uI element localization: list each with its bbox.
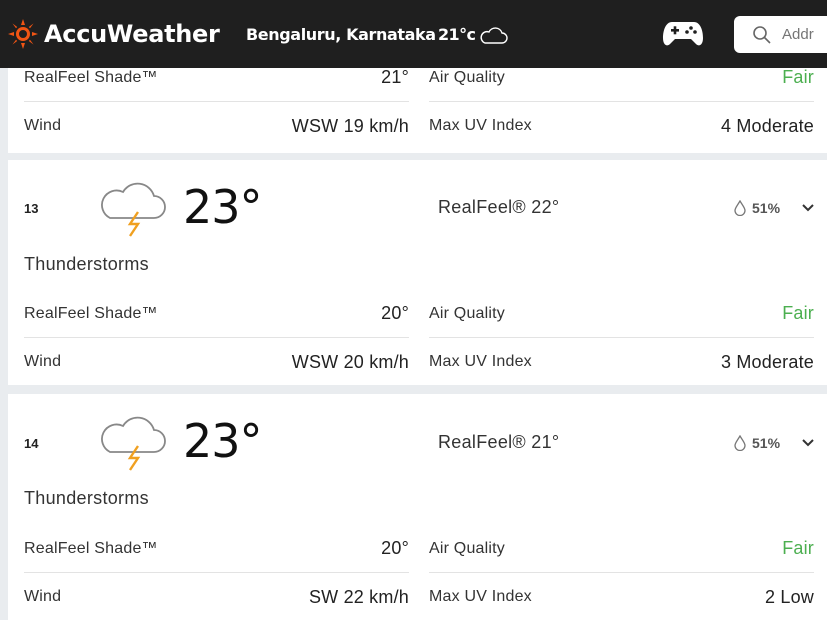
- realfeel-shade-label: RealFeel Shade™: [24, 304, 158, 322]
- wind-label: Wind: [24, 588, 62, 605]
- thunderstorm-icon: [101, 416, 166, 471]
- air-quality-row: Air Quality Fair: [429, 290, 814, 338]
- realfeel-shade-value: 20°: [381, 303, 409, 323]
- temperature: 23°: [183, 414, 263, 468]
- uv-row: Max UV Index 2 Low: [429, 573, 814, 620]
- temperature: 23°: [183, 180, 263, 234]
- realfeel-shade-label: RealFeel Shade™: [24, 539, 158, 557]
- droplet-icon: [734, 435, 746, 451]
- uv-label: Max UV Index: [429, 588, 532, 605]
- realfeel-shade-row: RealFeel Shade™ 21°: [24, 54, 409, 102]
- precipitation-value: 51%: [752, 435, 781, 451]
- wind-row: Wind SW 22 km/h: [24, 573, 409, 620]
- chevron-down-icon[interactable]: [800, 437, 816, 449]
- chevron-down-icon[interactable]: [800, 202, 816, 214]
- weather-phrase: Thunderstorms: [24, 254, 149, 274]
- realfeel-shade-value: 21°: [381, 67, 409, 87]
- thunderstorm-icon: [101, 182, 166, 237]
- search-input[interactable]: [782, 26, 827, 43]
- wind-value: WSW 20 km/h: [291, 351, 409, 372]
- air-quality-label: Air Quality: [429, 539, 505, 557]
- cloud-icon: [480, 27, 508, 44]
- uv-label: Max UV Index: [429, 353, 532, 370]
- wind-row: Wind WSW 20 km/h: [24, 338, 409, 386]
- realfeel: RealFeel® 21°: [438, 432, 560, 452]
- precipitation: 51%: [732, 200, 780, 216]
- uv-value: 2 Low: [764, 586, 814, 607]
- hour-label: 13: [24, 201, 39, 216]
- uv-value: 3 Moderate: [720, 351, 814, 372]
- weather-phrase: Thunderstorms: [24, 488, 149, 508]
- realfeel-shade-label: RealFeel Shade™: [24, 68, 158, 86]
- realfeel: RealFeel® 22°: [438, 197, 560, 217]
- air-quality-row: Air Quality Fair: [429, 525, 814, 573]
- accuweather-logo[interactable]: AccuWeather: [8, 19, 220, 49]
- air-quality-label: Air Quality: [429, 304, 505, 322]
- search-icon: [753, 25, 771, 44]
- air-quality-value: Fair: [782, 67, 814, 87]
- uv-value: 4 Moderate: [720, 115, 814, 136]
- realfeel-shade-value: 20°: [381, 538, 409, 558]
- brand-name: AccuWeather: [44, 20, 220, 48]
- precipitation: 51%: [732, 435, 780, 451]
- air-quality-value: Fair: [782, 538, 814, 558]
- droplet-icon: [734, 200, 746, 216]
- hour-card-partial: RealFeel Shade™ 21° Air Quality Fair Win…: [8, 67, 827, 153]
- hour-card-13[interactable]: 13 23° RealFeel® 22° 51% Thunderstorms R…: [8, 160, 827, 385]
- air-quality-row: Air Quality Fair: [429, 54, 814, 102]
- location-name[interactable]: Bengaluru, Karnataka: [246, 25, 436, 44]
- wind-label: Wind: [24, 353, 62, 370]
- precipitation-value: 51%: [752, 200, 781, 216]
- wind-value: WSW 19 km/h: [291, 115, 409, 136]
- hour-label: 14: [24, 436, 39, 451]
- hour-card-14[interactable]: 14 23° RealFeel® 21° 51% Thunderstorms R…: [8, 394, 827, 620]
- header-temperature: 21°c: [438, 25, 476, 44]
- sun-logo-icon: [8, 19, 38, 49]
- air-quality-label: Air Quality: [429, 68, 505, 86]
- uv-row: Max UV Index 3 Moderate: [429, 338, 814, 386]
- realfeel-shade-row: RealFeel Shade™ 20°: [24, 290, 409, 338]
- wind-row: Wind WSW 19 km/h: [24, 102, 409, 150]
- uv-label: Max UV Index: [429, 117, 532, 134]
- air-quality-value: Fair: [782, 303, 814, 323]
- search-box[interactable]: [734, 16, 827, 53]
- wind-value: SW 22 km/h: [308, 586, 409, 607]
- gamepad-icon[interactable]: [662, 20, 704, 48]
- realfeel-shade-row: RealFeel Shade™ 20°: [24, 525, 409, 573]
- wind-label: Wind: [24, 117, 62, 134]
- uv-row: Max UV Index 4 Moderate: [429, 102, 814, 150]
